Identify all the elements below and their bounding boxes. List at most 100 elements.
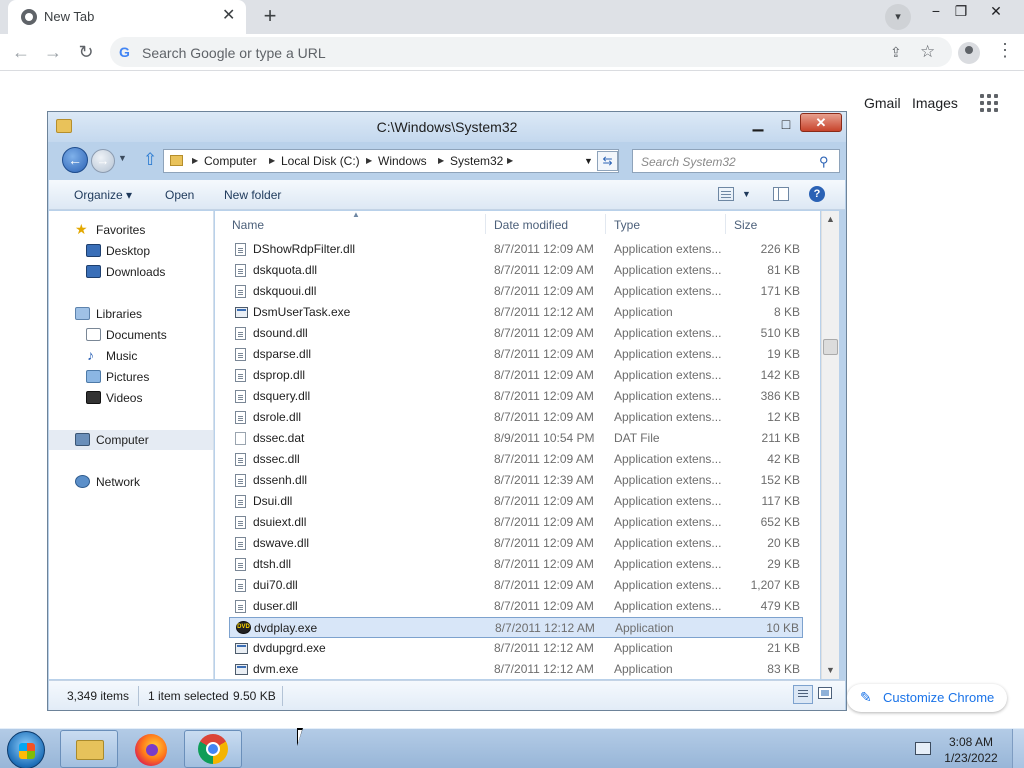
taskbar-explorer-button[interactable] bbox=[60, 730, 118, 768]
recent-pages-chevron-icon[interactable]: ▼ bbox=[118, 153, 127, 163]
table-row[interactable]: dskquota.dll 8/7/2011 12:09 AM Application… bbox=[229, 260, 803, 281]
explorer-forward-icon[interactable]: → bbox=[91, 149, 115, 173]
breadcrumb-arrow-icon[interactable]: ▶ bbox=[192, 156, 198, 165]
address-bar[interactable]: ▶ Computer ▶ Local Disk (C:) ▶ Windows ▶… bbox=[163, 149, 619, 173]
vertical-scrollbar[interactable]: ▲ ▼ bbox=[821, 211, 839, 679]
column-divider[interactable] bbox=[605, 214, 606, 234]
breadcrumb-arrow-icon[interactable]: ▶ bbox=[438, 156, 444, 165]
table-row[interactable]: dsuiext.dll 8/7/2011 12:09 AM Application … bbox=[229, 512, 803, 533]
breadcrumb-arrow-icon[interactable]: ▶ bbox=[366, 156, 372, 165]
help-icon[interactable]: ? bbox=[809, 186, 825, 202]
explorer-minimize-icon[interactable]: ▁ bbox=[747, 116, 769, 134]
omnibox[interactable]: G Search Google or type a URL ⇪ ☆ bbox=[110, 37, 952, 67]
organize-button[interactable]: Organize ▾ bbox=[74, 188, 132, 202]
nav-item-favorites[interactable]: ★ Favorites bbox=[49, 220, 213, 240]
refresh-icon[interactable]: ⇆ bbox=[597, 151, 618, 171]
restore-icon[interactable]: ❐ bbox=[945, 0, 977, 22]
column-divider[interactable] bbox=[725, 214, 726, 234]
address-history-chevron-icon[interactable]: ▼ bbox=[584, 156, 593, 166]
table-row[interactable]: dssec.dat 8/9/2011 10:54 PM DAT File 211 KB bbox=[229, 428, 803, 449]
change-view-icon[interactable] bbox=[718, 187, 734, 201]
column-divider[interactable] bbox=[485, 214, 486, 234]
open-button[interactable]: Open bbox=[165, 188, 194, 202]
bookmark-star-icon[interactable]: ☆ bbox=[920, 42, 935, 62]
explorer-titlebar[interactable]: C:\Windows\System32 ▁ □ ✕ bbox=[48, 112, 846, 142]
details-view-icon[interactable] bbox=[793, 685, 813, 704]
start-button-windows-icon[interactable] bbox=[7, 731, 45, 768]
table-row[interactable]: DsmUserTask.exe 8/7/2011 12:12 AM Applicat… bbox=[229, 302, 803, 323]
nav-item-libraries[interactable]: Libraries bbox=[49, 304, 213, 324]
tab-close-button[interactable]: ✕ bbox=[222, 8, 235, 24]
nav-item-pictures[interactable]: Pictures bbox=[49, 367, 213, 387]
images-link[interactable]: Images bbox=[912, 95, 958, 111]
table-row[interactable]: dsquery.dll 8/7/2011 12:09 AM Application … bbox=[229, 386, 803, 407]
breadcrumb-arrow-icon[interactable]: ▶ bbox=[269, 156, 275, 165]
scroll-up-arrow-icon[interactable]: ▲ bbox=[822, 211, 839, 228]
breadcrumb-windows[interactable]: Windows bbox=[378, 154, 427, 168]
new-tab-button[interactable]: + bbox=[256, 4, 284, 30]
nav-item-network[interactable]: Network bbox=[49, 472, 213, 492]
omnibox-placeholder[interactable]: Search Google or type a URL bbox=[142, 45, 326, 61]
explorer-search-input[interactable]: Search System32 ⚲ bbox=[632, 149, 840, 173]
table-row[interactable]: dswave.dll 8/7/2011 12:09 AM Application e… bbox=[229, 533, 803, 554]
scroll-down-arrow-icon[interactable]: ▼ bbox=[822, 662, 839, 679]
tab-new-tab[interactable]: New Tab ✕ bbox=[8, 0, 246, 34]
taskbar-chrome-button[interactable] bbox=[184, 730, 242, 768]
nav-item-downloads[interactable]: Downloads bbox=[49, 262, 213, 282]
kebab-menu-icon[interactable]: ⋮ bbox=[996, 40, 1014, 61]
breadcrumb-arrow-icon[interactable]: ▶ bbox=[507, 156, 513, 165]
system-clock[interactable]: 3:08 AM 1/23/2022 bbox=[936, 734, 1006, 766]
profile-avatar-icon[interactable] bbox=[958, 42, 980, 64]
column-header-date[interactable]: Date modified bbox=[494, 218, 568, 232]
explorer-maximize-icon[interactable]: □ bbox=[775, 116, 797, 134]
google-apps-icon[interactable] bbox=[980, 94, 998, 112]
up-folder-icon[interactable]: ⇧ bbox=[143, 151, 157, 168]
show-desktop-button[interactable] bbox=[1012, 729, 1024, 768]
nav-item-computer[interactable]: Computer bbox=[49, 430, 213, 450]
share-icon[interactable]: ⇪ bbox=[890, 44, 902, 61]
back-arrow-icon[interactable]: ← bbox=[8, 40, 34, 64]
large-icons-view-icon[interactable] bbox=[818, 687, 832, 699]
breadcrumb-local-disk[interactable]: Local Disk (C:) bbox=[281, 154, 360, 168]
forward-arrow-icon[interactable]: → bbox=[40, 40, 66, 64]
firefox-icon[interactable] bbox=[135, 734, 167, 766]
table-row[interactable]: dsparse.dll 8/7/2011 12:09 AM Application … bbox=[229, 344, 803, 365]
column-header-type[interactable]: Type bbox=[614, 218, 640, 232]
gmail-link[interactable]: Gmail bbox=[864, 95, 901, 111]
table-row[interactable]: dsprop.dll 8/7/2011 12:09 AM Application e… bbox=[229, 365, 803, 386]
tab-search-chevron-icon[interactable]: ▾ bbox=[885, 4, 911, 30]
customize-chrome-button[interactable]: ✎ Customize Chrome bbox=[847, 684, 1007, 712]
table-row[interactable]: DShowRdpFilter.dll 8/7/2011 12:09 AM Appli… bbox=[229, 239, 803, 260]
view-options-chevron-icon[interactable]: ▼ bbox=[742, 189, 751, 199]
preview-pane-icon[interactable] bbox=[773, 187, 789, 201]
nav-item-documents[interactable]: Documents bbox=[49, 325, 213, 345]
table-row[interactable]: dui70.dll 8/7/2011 12:09 AM Application ex… bbox=[229, 575, 803, 596]
column-header-size[interactable]: Size bbox=[734, 218, 757, 232]
table-row[interactable]: dssenh.dll 8/7/2011 12:39 AM Application e… bbox=[229, 470, 803, 491]
new-folder-button[interactable]: New folder bbox=[224, 188, 281, 202]
action-center-icon[interactable] bbox=[915, 742, 931, 755]
scroll-thumb[interactable] bbox=[823, 339, 838, 355]
nav-item-desktop[interactable]: Desktop bbox=[49, 241, 213, 261]
explorer-back-icon[interactable]: ← bbox=[62, 147, 88, 173]
table-row[interactable]: dsound.dll 8/7/2011 12:09 AM Application e… bbox=[229, 323, 803, 344]
nav-item-music[interactable]: ♪ Music bbox=[49, 346, 213, 366]
table-row[interactable]: duser.dll 8/7/2011 12:09 AM Application ex… bbox=[229, 596, 803, 617]
table-row[interactable]: dssec.dll 8/7/2011 12:09 AM Application ex… bbox=[229, 449, 803, 470]
search-icon[interactable]: ⚲ bbox=[819, 154, 829, 170]
table-row[interactable]: dskquoui.dll 8/7/2011 12:09 AM Application… bbox=[229, 281, 803, 302]
explorer-close-icon[interactable]: ✕ bbox=[800, 113, 842, 132]
explorer-search-placeholder[interactable]: Search System32 bbox=[641, 155, 736, 169]
reload-icon[interactable]: ↻ bbox=[73, 40, 99, 64]
breadcrumb-computer[interactable]: Computer bbox=[204, 154, 257, 168]
table-row[interactable]: dvdupgrd.exe 8/7/2011 12:12 AM Application… bbox=[229, 638, 803, 659]
table-row[interactable]: dsrole.dll 8/7/2011 12:09 AM Application e… bbox=[229, 407, 803, 428]
nav-item-videos[interactable]: Videos bbox=[49, 388, 213, 408]
table-row[interactable]: dvm.exe 8/7/2011 12:12 AM Application 83 KB bbox=[229, 659, 803, 680]
breadcrumb-system32[interactable]: System32 bbox=[450, 154, 503, 168]
table-row[interactable]: dvdplay.exe 8/7/2011 12:12 AM Application 1… bbox=[229, 617, 803, 638]
table-row[interactable]: dtsh.dll 8/7/2011 12:09 AM Application ext… bbox=[229, 554, 803, 575]
table-row[interactable]: Dsui.dll 8/7/2011 12:09 AM Application ext… bbox=[229, 491, 803, 512]
close-icon[interactable]: ✕ bbox=[980, 0, 1012, 22]
column-header-name[interactable]: Name bbox=[232, 218, 264, 232]
